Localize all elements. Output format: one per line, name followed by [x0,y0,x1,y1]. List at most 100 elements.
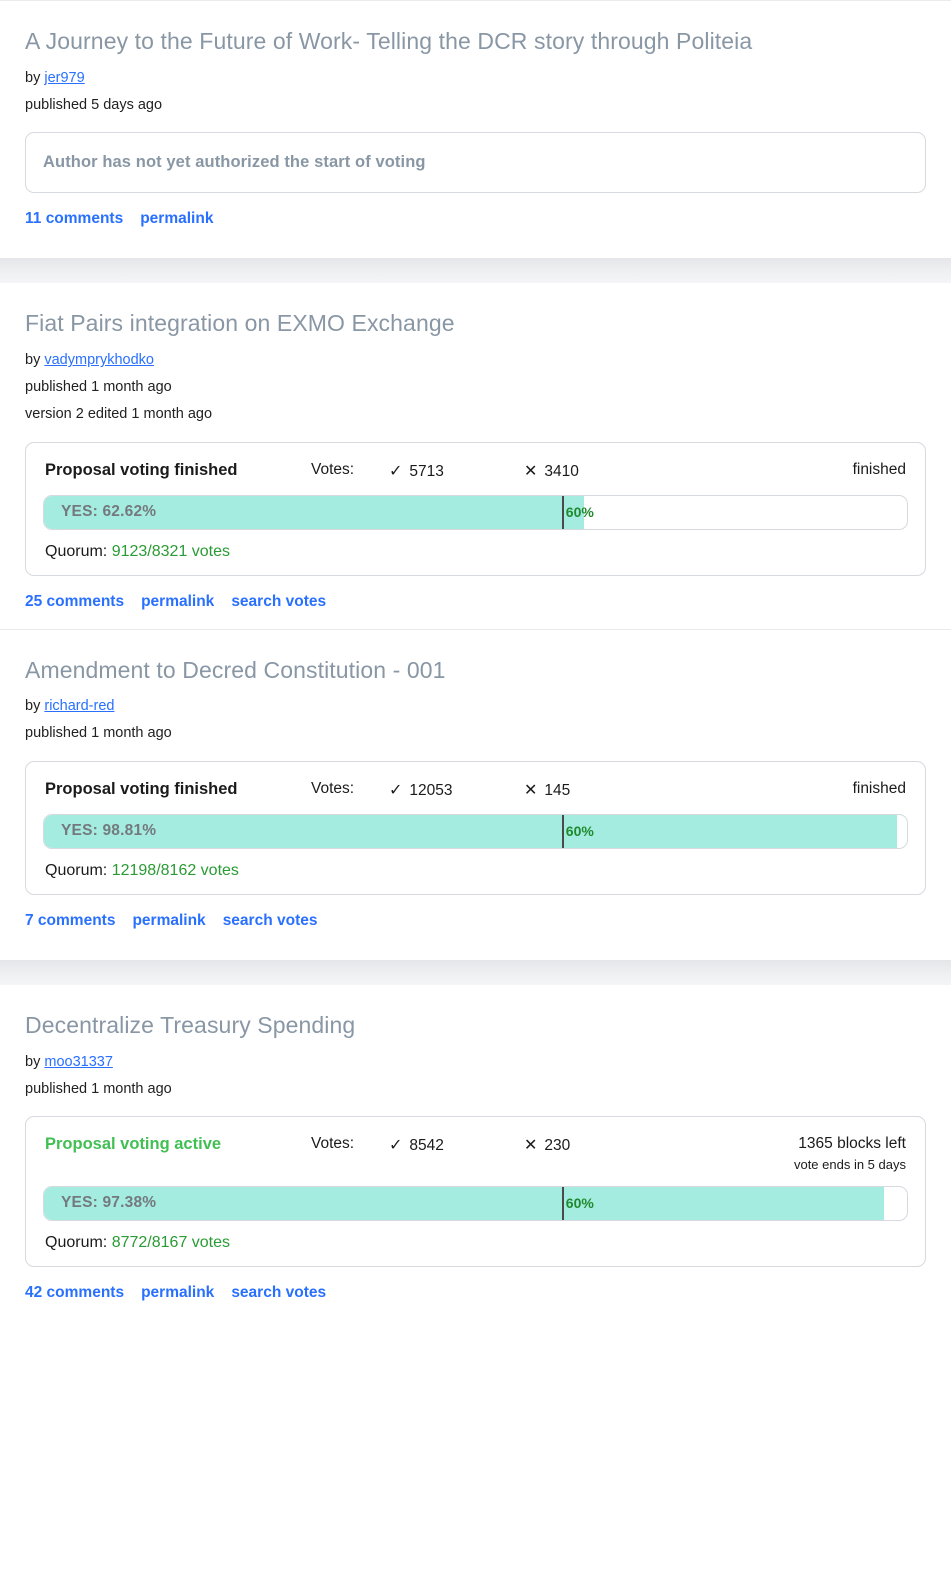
section-separator-band [0,959,951,985]
proposal-links: 42 comments permalink search votes [25,1284,926,1302]
voting-status-card: Author has not yet authorized the start … [25,132,926,194]
vote-summary-row: Proposal voting active Votes: ✓ 8542 ✕ 230… [43,1133,908,1172]
vote-timing: 1365 blocks left vote ends in 5 days [644,1135,906,1172]
vote-progress-fill [44,814,897,848]
comments-link[interactable]: 42 comments [25,1284,124,1302]
vote-status-text: Proposal voting finished [45,460,238,479]
vote-timing: finished [644,780,906,798]
permalink-link[interactable]: permalink [141,593,214,611]
proposal-links: 11 comments permalink [25,210,926,228]
search-votes-link[interactable]: search votes [231,593,326,611]
yes-votes-count: 5713 [409,462,444,480]
no-votes-count: 3410 [544,462,579,480]
vote-progress-bar: 60% YES: 97.38% [43,1185,908,1221]
vote-status-text: Proposal voting finished [45,779,238,798]
vote-status-text: Proposal voting active [45,1135,222,1154]
comments-link[interactable]: 7 comments [25,912,115,930]
proposal-title[interactable]: Decentralize Treasury Spending [25,1011,926,1040]
cross-icon: ✕ [524,1137,538,1155]
voting-status-card: Proposal voting finished Votes: ✓ 5713 ✕ 3… [25,441,926,576]
yes-votes-count: 12053 [409,781,453,799]
yes-votes-count: 8542 [409,1137,444,1155]
proposal-card: A Journey to the Future of Work- Telling… [0,27,951,229]
votes-label: Votes: [311,460,355,478]
comments-link[interactable]: 11 comments [25,210,123,228]
search-votes-link[interactable]: search votes [231,1284,326,1302]
proposal-links: 25 comments permalink search votes [25,593,926,611]
author-link[interactable]: richard-red [44,698,114,714]
proposal-title[interactable]: Fiat Pairs integration on EXMO Exchange [25,309,926,338]
cross-icon: ✕ [524,781,538,799]
quorum-label: Quorum: [45,861,108,879]
author-link[interactable]: jer979 [44,70,84,86]
version-line: version 2 edited 1 month ago [25,405,213,422]
section-separator-band [0,258,951,284]
proposal-meta: by vadymprykhodko published 1 month ago … [25,347,926,427]
votes-label: Votes: [311,779,355,797]
vote-summary-row: Proposal voting finished Votes: ✓ 5713 ✕ 3… [43,459,908,481]
proposal-card: Amendment to Decred Constitution - 001 b… [0,655,951,930]
author-line: by moo31337 [25,1049,926,1076]
comments-link[interactable]: 25 comments [25,593,124,611]
cross-icon: ✕ [524,462,538,480]
vote-progress-bar: 60% YES: 62.62% [43,494,908,530]
quorum-value: 9123/8321 votes [111,542,231,560]
no-votes-count: 230 [544,1137,571,1155]
vote-percent-label: YES: 98.81% [61,822,157,840]
quorum-threshold-label: 60% [565,823,594,840]
proposal-title[interactable]: Amendment to Decred Constitution - 001 [25,656,926,685]
proposal-links: 7 comments permalink search votes [25,912,926,930]
vote-summary-row: Proposal voting finished Votes: ✓ 12053 ✕… [43,778,908,800]
permalink-link[interactable]: permalink [132,912,205,930]
vote-timing-main: finished [852,779,906,797]
voting-status-card: Proposal voting finished Votes: ✓ 12053 ✕… [25,760,926,895]
author-line: by richard-red [25,693,926,720]
quorum-label: Quorum: [45,1233,108,1251]
yes-votes: ✓ 5713 [389,461,524,481]
vote-percent-label: YES: 97.38% [61,1194,157,1212]
by-label: by [25,352,41,369]
check-icon: ✓ [389,781,403,799]
permalink-link[interactable]: permalink [140,210,213,228]
voting-not-authorized-notice: Author has not yet authorized the start … [43,153,426,172]
no-votes-count: 145 [544,781,571,799]
no-votes: ✕ 145 [524,780,644,800]
no-votes: ✕ 3410 [524,461,644,481]
published-line: published 1 month ago [25,378,172,395]
vote-percent-label: YES: 62.62% [61,503,157,521]
vote-timing-main: 1365 blocks left [798,1135,906,1153]
proposal-meta: by moo31337 published 1 month ago [25,1049,926,1103]
quorum-row: Quorum: 9123/8321 votes [43,543,908,561]
quorum-threshold-label: 60% [565,504,594,521]
quorum-row: Quorum: 8772/8167 votes [43,1234,908,1252]
search-votes-link[interactable]: search votes [223,912,318,930]
author-line: by jer979 [25,65,926,92]
yes-votes: ✓ 12053 [389,780,524,800]
published-line: published 1 month ago [25,725,172,742]
author-link[interactable]: moo31337 [44,1054,113,1070]
proposal-meta: by jer979 published 5 days ago [25,65,926,119]
quorum-threshold-label: 60% [565,1195,594,1212]
proposal-card: Fiat Pairs integration on EXMO Exchange … [0,309,951,611]
published-line: published 1 month ago [25,1080,172,1097]
quorum-row: Quorum: 12198/8162 votes [43,862,908,880]
by-label: by [25,1053,41,1070]
proposal-meta: by richard-red published 1 month ago [25,693,926,747]
voting-status-card: Proposal voting active Votes: ✓ 8542 ✕ 230… [25,1116,926,1267]
quorum-value: 12198/8162 votes [111,861,239,879]
votes-label: Votes: [311,1135,355,1153]
quorum-value: 8772/8167 votes [111,1233,231,1251]
vote-timing: finished [644,461,906,479]
author-line: by vadymprykhodko [25,347,926,374]
vote-timing-sub: vote ends in 5 days [793,1156,906,1172]
by-label: by [25,69,41,86]
permalink-link[interactable]: permalink [141,1284,214,1302]
author-link[interactable]: vadymprykhodko [44,352,154,368]
published-line: published 5 days ago [25,96,163,113]
yes-votes: ✓ 8542 [389,1135,524,1155]
check-icon: ✓ [389,1137,403,1155]
proposal-card: Decentralize Treasury Spending by moo313… [0,1010,951,1302]
proposal-title[interactable]: A Journey to the Future of Work- Telling… [25,27,926,56]
quorum-label: Quorum: [45,542,108,560]
vote-progress-fill [44,1186,885,1220]
